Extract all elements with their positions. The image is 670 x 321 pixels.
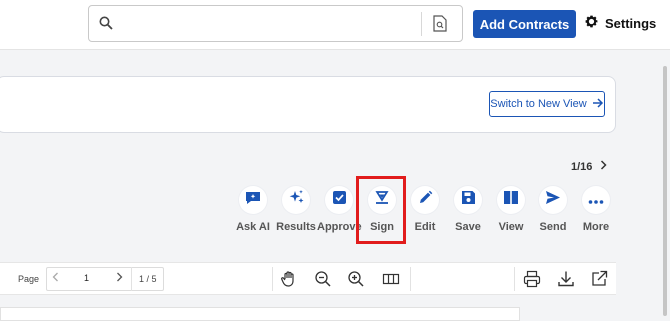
search-divider	[421, 12, 422, 36]
print-icon[interactable]	[522, 269, 542, 289]
more-button[interactable]: More	[574, 186, 618, 233]
approve-button[interactable]: Approve	[317, 186, 362, 233]
search-icon[interactable]	[99, 16, 113, 35]
settings-label: Settings	[605, 15, 657, 31]
scrollbar[interactable]	[661, 56, 670, 321]
chevron-left-icon[interactable]	[52, 272, 59, 285]
add-contracts-button[interactable]: Add Contracts	[473, 10, 576, 38]
results-label: Results	[276, 221, 316, 233]
page-total: 1 / 5	[139, 274, 157, 284]
ask-ai-label: Ask AI	[236, 221, 270, 233]
results-button[interactable]: Results	[274, 186, 318, 233]
page-number-input[interactable]: 1	[84, 273, 89, 283]
send-button[interactable]: Send	[531, 186, 575, 233]
view-button[interactable]: View	[489, 186, 533, 233]
zoom-out-icon[interactable]	[313, 269, 333, 289]
pdf-viewer-toolbar: Page 1 1 / 5	[0, 262, 616, 295]
switch-view-label: Switch to New View	[490, 98, 587, 110]
more-label: More	[582, 221, 610, 233]
result-pager: 1/16	[571, 160, 607, 173]
view-label: View	[498, 221, 524, 233]
download-icon[interactable]	[556, 269, 576, 289]
edit-label: Edit	[414, 221, 436, 233]
save-label: Save	[455, 221, 481, 233]
save-button[interactable]: Save	[446, 186, 490, 233]
search-box	[88, 5, 493, 42]
columns-view-icon[interactable]	[381, 269, 401, 289]
hand-pan-icon[interactable]	[279, 269, 299, 289]
floppy-disk-icon	[461, 190, 476, 210]
switch-view-button[interactable]: Switch to New View	[489, 91, 605, 117]
sparkle-icon	[288, 189, 305, 211]
document-search-icon[interactable]	[433, 15, 447, 37]
settings-button[interactable]: Settings	[584, 14, 656, 32]
pencil-icon	[418, 190, 433, 210]
chevron-right-icon[interactable]	[116, 272, 123, 285]
edit-button[interactable]: Edit	[403, 186, 447, 233]
divider	[514, 267, 515, 291]
checkbox-icon	[332, 190, 347, 210]
book-view-icon	[503, 190, 519, 210]
send-label: Send	[539, 221, 567, 233]
zoom-in-icon[interactable]	[346, 269, 366, 289]
document-page	[0, 307, 520, 321]
approve-label: Approve	[317, 221, 362, 233]
divider	[410, 267, 411, 291]
ellipsis-icon	[588, 191, 604, 209]
gear-icon	[584, 14, 599, 32]
arrow-right-icon	[592, 97, 604, 111]
external-link-icon[interactable]	[589, 269, 609, 289]
top-header: Add Contracts Settings	[0, 0, 670, 50]
divider	[131, 267, 132, 291]
divider	[272, 267, 273, 291]
chevron-right-icon[interactable]	[600, 160, 607, 173]
scrollbar-thumb[interactable]	[663, 66, 667, 316]
page-label: Page	[18, 274, 40, 284]
ai-chat-icon	[245, 190, 261, 211]
paper-plane-icon	[545, 190, 561, 210]
ask-ai-button[interactable]: Ask AI	[231, 186, 275, 233]
result-counter: 1/16	[571, 160, 593, 173]
sign-highlight-box	[356, 176, 406, 244]
